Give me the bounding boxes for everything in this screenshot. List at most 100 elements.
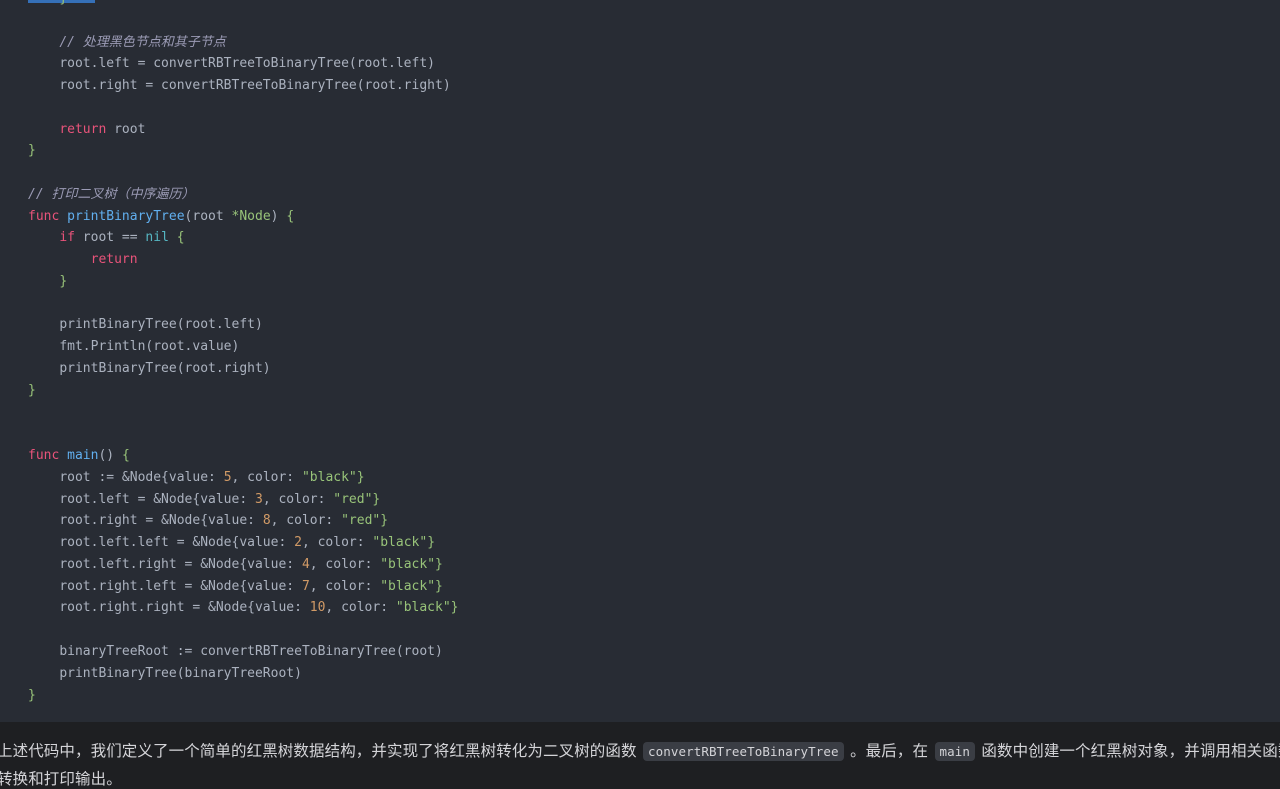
code-line: return	[28, 252, 138, 267]
code-line: }	[28, 143, 36, 158]
code-line: root.left.right = &Node{value: 4, color:…	[28, 557, 443, 572]
code-token: root.left = convertRBTreeToBinaryTree(ro…	[59, 56, 435, 72]
code-token: 8	[262, 513, 271, 529]
code-token: fmt.Println(root.value)	[59, 339, 240, 355]
code-token: root := &Node{value:	[59, 469, 224, 485]
code-token: , color:	[309, 556, 381, 572]
explanation-paragraph: 上述代码中，我们定义了一个简单的红黑树数据结构，并实现了将红黑树转化为二叉树的函…	[0, 722, 1280, 789]
prose-text: 上述代码中，我们定义了一个简单的红黑树数据结构，并实现了将红黑树转化为二叉树的函…	[0, 743, 642, 760]
code-token: , color:	[270, 513, 342, 529]
code-block[interactable]: } // 处理黑色节点和其子节点 root.left = convertRBTr…	[0, 0, 1280, 722]
code-token: printBinaryTree	[67, 208, 185, 224]
code-line: printBinaryTree(binaryTreeRoot)	[28, 666, 302, 681]
code-token: }	[59, 0, 67, 6]
code-viewer-page: } // 处理黑色节点和其子节点 root.left = convertRBTr…	[0, 0, 1280, 789]
code-token: }	[450, 600, 459, 616]
code-token: 7	[301, 578, 310, 594]
inline-code: convertRBTreeToBinaryTree	[643, 742, 844, 761]
code-line: printBinaryTree(root.right)	[28, 361, 271, 377]
code-line: // 处理黑色节点和其子节点	[28, 34, 226, 50]
code-line: root.right.right = &Node{value: 10, colo…	[28, 600, 459, 616]
code-token: printBinaryTree(root.right)	[59, 361, 271, 377]
code-token: "black"	[395, 600, 451, 616]
code-token: root	[106, 121, 146, 137]
code-token: 5	[223, 469, 232, 485]
code-token: // 处理黑色节点和其子节点	[59, 34, 226, 50]
code-token: (root	[184, 208, 232, 224]
code-token: root.right = &Node{value:	[59, 513, 263, 529]
code-token: }	[28, 143, 36, 159]
paragraph-text: 上述代码中，我们定义了一个简单的红黑树数据结构，并实现了将红黑树转化为二叉树的函…	[0, 738, 1280, 789]
code-scroll-area[interactable]: } // 处理黑色节点和其子节点 root.left = convertRBTr…	[0, 0, 1280, 706]
code-token: , color:	[231, 469, 302, 485]
code-token: , color:	[325, 600, 396, 616]
code-token: root.left.right = &Node{value:	[59, 556, 302, 572]
code-line: root := &Node{value: 5, color: "black"}	[28, 469, 365, 485]
code-token: "red"	[341, 513, 381, 529]
code-token: root.right = convertRBTreeToBinaryTree(r…	[59, 78, 451, 94]
code-line: }	[28, 383, 36, 398]
code-token: "black"	[301, 469, 357, 485]
code-token: 10	[309, 600, 326, 616]
code-token: "black"	[372, 535, 428, 551]
code-token: return	[90, 252, 138, 268]
code-token: ()	[98, 448, 122, 464]
code-line: root.left.left = &Node{value: 2, color: …	[28, 535, 435, 550]
code-token: // 打印二叉树（中序遍历）	[28, 186, 195, 202]
inline-code: main	[934, 742, 976, 761]
code-token: {	[121, 448, 130, 464]
code-token: 3	[254, 491, 263, 507]
code-line: func main() {	[28, 448, 130, 463]
code-line: root.right.left = &Node{value: 7, color:…	[28, 579, 443, 594]
code-token: , color:	[309, 578, 381, 594]
code-token: root ==	[74, 230, 146, 246]
code-token: nil	[145, 230, 169, 246]
code-token: if	[59, 230, 75, 246]
paragraph-line-1: 上述代码中，我们定义了一个简单的红黑树数据结构，并实现了将红黑树转化为二叉树的函…	[0, 738, 1280, 766]
code-line: printBinaryTree(root.left)	[28, 317, 263, 332]
code-token: }	[435, 556, 443, 572]
code-line: func printBinaryTree(root *Node) {	[28, 209, 294, 224]
code-line: fmt.Println(root.value)	[28, 339, 239, 354]
code-token: 4	[301, 556, 310, 572]
code-line: // 打印二叉树（中序遍历）	[28, 187, 194, 202]
code-token: func	[28, 208, 60, 224]
code-token: }	[356, 469, 365, 485]
code-token: main	[67, 448, 99, 464]
code-token: }	[59, 273, 68, 289]
code-line: }	[28, 688, 36, 703]
code-token: printBinaryTree(root.left)	[59, 317, 263, 333]
code-token: , color:	[262, 491, 334, 507]
code-token: , color:	[301, 535, 373, 551]
code-token: }	[435, 578, 443, 594]
code-token: "black"	[380, 556, 436, 572]
code-line: }	[28, 274, 67, 289]
code-token: root.left = &Node{value:	[59, 491, 255, 507]
code-token: binaryTreeRoot := convertRBTreeToBinaryT…	[59, 643, 443, 659]
prose-text: 转换和打印输出。	[0, 771, 122, 788]
code-line: if root == nil {	[28, 230, 184, 246]
code-token: printBinaryTree(binaryTreeRoot)	[59, 665, 302, 681]
code-token: }	[380, 513, 389, 529]
code-content[interactable]: } // 处理黑色节点和其子节点 root.left = convertRBTr…	[0, 0, 1280, 706]
code-token: }	[372, 491, 381, 507]
code-token: )	[270, 208, 287, 224]
code-token: root.right.left = &Node{value:	[59, 578, 302, 594]
code-token: }	[28, 382, 36, 398]
code-token: {	[286, 208, 295, 224]
code-line: root.left = &Node{value: 3, color: "red"…	[28, 492, 380, 507]
code-line: }	[28, 0, 67, 6]
code-token: root.left.left = &Node{value:	[59, 535, 295, 551]
code-line: root.right = &Node{value: 8, color: "red…	[28, 513, 388, 528]
code-token: "black"	[380, 578, 436, 594]
code-line: root.left = convertRBTreeToBinaryTree(ro…	[28, 56, 435, 71]
code-token: root.right.right = &Node{value:	[59, 600, 310, 616]
code-token: }	[28, 687, 36, 703]
prose-text: 。最后，在	[845, 743, 933, 760]
code-line: root.right = convertRBTreeToBinaryTree(r…	[28, 78, 451, 94]
code-line: binaryTreeRoot := convertRBTreeToBinaryT…	[28, 644, 443, 659]
code-token: *Node	[231, 208, 271, 224]
